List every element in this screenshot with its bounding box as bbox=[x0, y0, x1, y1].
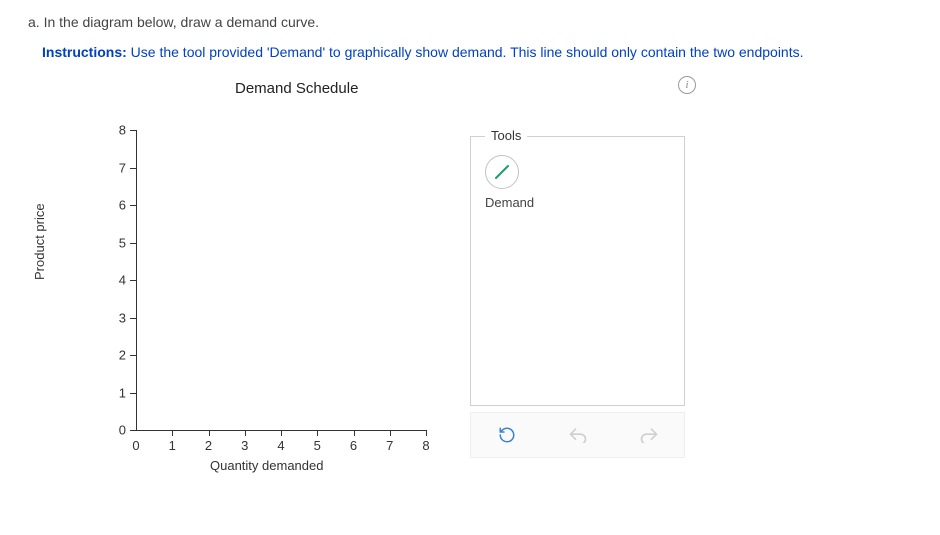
x-tick bbox=[209, 430, 210, 436]
question-text: a. In the diagram below, draw a demand c… bbox=[28, 14, 920, 30]
y-tick-label: 0 bbox=[112, 423, 126, 438]
y-tick bbox=[130, 393, 136, 394]
undo-icon bbox=[568, 427, 588, 443]
x-tick bbox=[390, 430, 391, 436]
question-prefix: a. bbox=[28, 14, 40, 30]
info-icon-glyph: i bbox=[685, 79, 688, 91]
tool-demand[interactable]: Demand bbox=[485, 155, 684, 210]
redo-button[interactable] bbox=[634, 420, 664, 450]
info-icon[interactable]: i bbox=[678, 76, 696, 94]
y-tick bbox=[130, 280, 136, 281]
x-tick-label: 4 bbox=[277, 438, 284, 453]
y-tick bbox=[130, 318, 136, 319]
x-tick bbox=[172, 430, 173, 436]
refresh-icon bbox=[498, 426, 516, 444]
instructions-body: Use the tool provided 'Demand' to graphi… bbox=[131, 44, 804, 60]
y-tick bbox=[130, 168, 136, 169]
x-tick-label: 5 bbox=[314, 438, 321, 453]
y-tick-label: 5 bbox=[112, 235, 126, 250]
y-tick-label: 6 bbox=[112, 198, 126, 213]
y-tick-label: 1 bbox=[112, 385, 126, 400]
y-tick-label: 3 bbox=[112, 310, 126, 325]
x-tick bbox=[426, 430, 427, 436]
x-tick bbox=[245, 430, 246, 436]
x-tick-label: 3 bbox=[241, 438, 248, 453]
instructions-label: Instructions: bbox=[42, 44, 127, 60]
y-tick-label: 8 bbox=[112, 123, 126, 138]
x-tick-label: 6 bbox=[350, 438, 357, 453]
y-tick bbox=[130, 355, 136, 356]
main-area: Demand Schedule i Product price Quantity… bbox=[20, 74, 920, 504]
x-tick-label: 0 bbox=[132, 438, 139, 453]
x-tick bbox=[317, 430, 318, 436]
tools-panel: Tools Demand bbox=[470, 136, 685, 406]
y-tick bbox=[130, 205, 136, 206]
reset-button[interactable] bbox=[492, 420, 522, 450]
y-tick-label: 7 bbox=[112, 160, 126, 175]
chart-area[interactable]: Product price Quantity demanded 01234567… bbox=[80, 130, 440, 490]
chart-title: Demand Schedule bbox=[235, 80, 358, 97]
y-tick-label: 4 bbox=[112, 273, 126, 288]
tool-demand-label: Demand bbox=[485, 195, 684, 210]
y-tick bbox=[130, 243, 136, 244]
y-tick-label: 2 bbox=[112, 348, 126, 363]
x-axis-label: Quantity demanded bbox=[210, 458, 323, 473]
y-axis-label: Product price bbox=[32, 203, 47, 280]
y-tick bbox=[130, 430, 136, 431]
y-axis-line bbox=[136, 130, 137, 430]
x-tick bbox=[354, 430, 355, 436]
x-tick-label: 2 bbox=[205, 438, 212, 453]
plot-canvas[interactable]: 012345678 012345678 bbox=[136, 130, 426, 430]
action-bar bbox=[470, 412, 685, 458]
tools-legend: Tools bbox=[485, 128, 527, 143]
x-tick-label: 8 bbox=[422, 438, 429, 453]
redo-icon bbox=[639, 427, 659, 443]
instructions: Instructions: Use the tool provided 'Dem… bbox=[42, 44, 920, 60]
x-tick-label: 7 bbox=[386, 438, 393, 453]
undo-button[interactable] bbox=[563, 420, 593, 450]
y-tick bbox=[130, 130, 136, 131]
line-tool-icon[interactable] bbox=[485, 155, 519, 189]
question-body: In the diagram below, draw a demand curv… bbox=[44, 14, 320, 30]
x-tick-label: 1 bbox=[169, 438, 176, 453]
x-tick bbox=[281, 430, 282, 436]
